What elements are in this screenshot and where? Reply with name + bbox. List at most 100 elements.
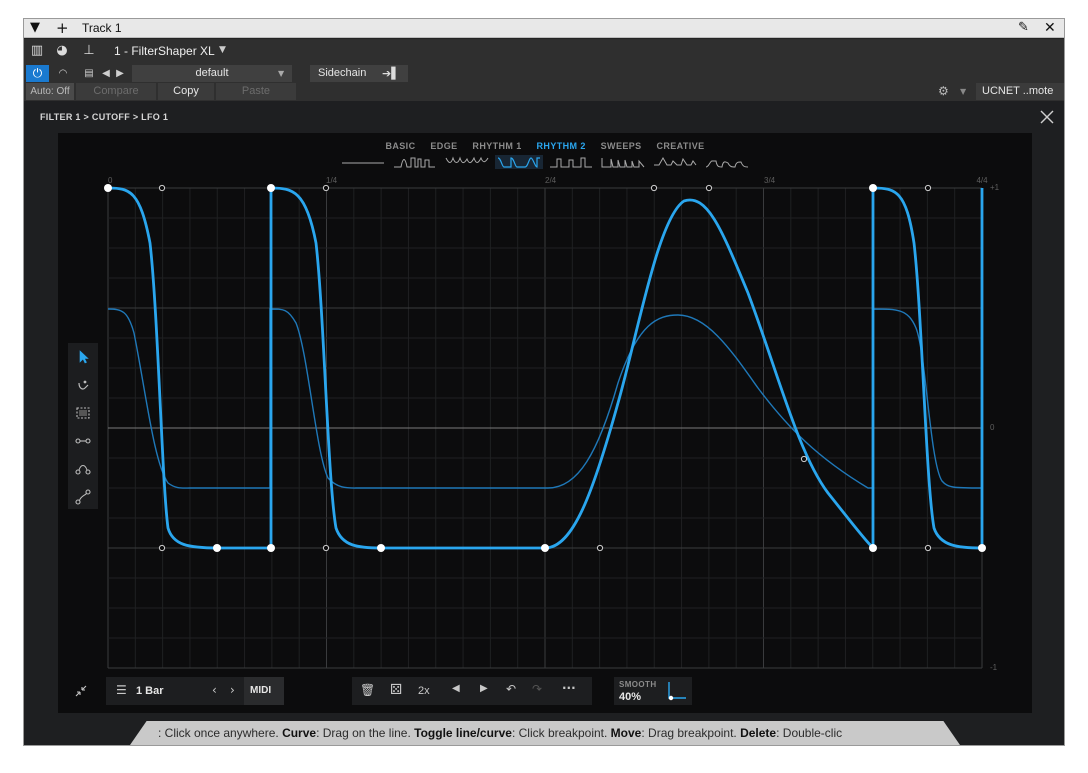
paint-icon[interactable] xyxy=(71,373,95,397)
undo-icon[interactable]: ↶ xyxy=(506,682,516,696)
knob-icon[interactable]: ◕ xyxy=(54,43,70,59)
breakpoint[interactable] xyxy=(869,184,877,192)
list-icon[interactable]: ☰ xyxy=(116,683,127,697)
paste-button[interactable]: Paste xyxy=(216,83,296,100)
shape-pulse-a[interactable] xyxy=(391,155,439,169)
preset-next-icon[interactable]: ▶ xyxy=(114,65,126,82)
compare-button[interactable]: Compare xyxy=(76,83,156,100)
time-label: 2/4 xyxy=(545,176,557,185)
tab-creative[interactable]: CREATIVE xyxy=(656,141,704,151)
tab-rhythm-2[interactable]: RHYTHM 2 xyxy=(537,141,586,151)
curve-handle[interactable] xyxy=(158,184,166,192)
multiply-button[interactable]: 2x xyxy=(418,685,430,697)
breakpoint[interactable] xyxy=(978,544,986,552)
power-button[interactable]: ⏻ xyxy=(26,65,49,82)
lfo-graph[interactable]: 0 1/4 2/4 3/4 4/4+1 0 -1 xyxy=(58,133,1032,713)
length-value[interactable]: 1 Bar xyxy=(136,685,164,697)
shape-waves[interactable] xyxy=(443,155,491,169)
close-icon[interactable]: ✕ xyxy=(1044,20,1056,36)
dice-icon[interactable]: ⚄ xyxy=(390,682,402,698)
curve-handle[interactable] xyxy=(924,184,932,192)
curve-handle[interactable] xyxy=(650,184,658,192)
time-label: 0 xyxy=(108,176,113,185)
curve-handle[interactable] xyxy=(596,544,604,552)
bypass-icon[interactable]: ◠ xyxy=(54,65,72,82)
breakpoint[interactable] xyxy=(213,544,221,552)
select-icon[interactable] xyxy=(71,401,95,425)
trash-icon[interactable]: 🗑 xyxy=(360,683,375,697)
line-icon[interactable] xyxy=(71,429,95,453)
tab-rhythm-1[interactable]: RHYTHM 1 xyxy=(472,141,521,151)
sidechain-input-icon[interactable]: ➔▌ xyxy=(382,65,400,82)
midi-button[interactable]: MIDI xyxy=(244,677,284,705)
diagonal-icon[interactable] xyxy=(71,485,95,509)
status-part-bold: Delete xyxy=(740,726,777,740)
status-part: : Click breakpoint. xyxy=(511,726,611,740)
level-label: -1 xyxy=(990,663,998,672)
chevron-right-icon[interactable]: › xyxy=(230,683,235,697)
smooth-label: SMOOTH xyxy=(619,680,657,689)
chevron-down-icon[interactable]: ▼ xyxy=(219,45,226,55)
status-hint: : Click once anywhere. Curve: Drag on th… xyxy=(158,726,934,740)
mixer-icon[interactable]: ▥ xyxy=(29,43,45,59)
lfo-editor-panel: 0 1/4 2/4 3/4 4/4 +1 0 -1 BASIC EDGE RHYTHM 1 R… xyxy=(58,133,1032,713)
pointer-icon[interactable] xyxy=(71,345,95,369)
smooth-value: 40% xyxy=(619,691,642,703)
add-icon[interactable]: + xyxy=(56,20,69,36)
breakpoint[interactable] xyxy=(104,184,112,192)
remote-button[interactable]: UCNET ..mote xyxy=(976,83,1064,100)
gear-icon[interactable]: ⚙ xyxy=(938,83,949,100)
curve-handle[interactable] xyxy=(322,184,330,192)
redo-icon[interactable]: ↷ xyxy=(532,682,542,696)
tool-palette xyxy=(68,343,98,509)
curve-handle[interactable] xyxy=(158,544,166,552)
window-title: Track 1 xyxy=(82,21,122,35)
curve-handle[interactable] xyxy=(800,455,808,463)
smooth-control[interactable]: SMOOTH 40% xyxy=(614,677,692,705)
shape-ramps[interactable] xyxy=(599,155,647,169)
shape-rhythm-2-selected[interactable] xyxy=(495,155,543,169)
level-label: 0 xyxy=(990,423,995,432)
chevron-down-icon[interactable]: ▼ xyxy=(278,65,284,82)
curve-handle[interactable] xyxy=(705,184,713,192)
shape-flat[interactable] xyxy=(339,155,387,169)
tab-sweeps[interactable]: SWEEPS xyxy=(601,141,642,151)
routing-icon[interactable]: ⊥ xyxy=(81,43,97,59)
curve-icon[interactable] xyxy=(71,457,95,481)
plugin-body: FILTER 1 > CUTOFF > LFO 1 0 1/4 2/4 3/4 4/4 +… xyxy=(24,101,1064,745)
plugin-header: ▥ ◕ ⊥ 1 - FilterShaper XL ▼ xyxy=(24,39,1064,64)
tab-edge[interactable]: EDGE xyxy=(430,141,457,151)
status-part: : Click once anywhere. xyxy=(158,726,283,740)
curve-handle[interactable] xyxy=(322,544,330,552)
menu-caret-icon[interactable]: ▼ xyxy=(30,20,40,36)
preset-file-icon[interactable]: ▤ xyxy=(82,65,96,82)
breakpoint[interactable] xyxy=(541,544,549,552)
shape-steps[interactable] xyxy=(547,155,595,169)
preset-select[interactable]: default xyxy=(132,65,292,82)
shape-peaks[interactable] xyxy=(651,155,699,169)
pin-icon[interactable]: ✎ xyxy=(1018,20,1029,36)
breakpoint[interactable] xyxy=(869,544,877,552)
breakpoint[interactable] xyxy=(267,544,275,552)
more-icon[interactable]: ··· xyxy=(562,681,576,695)
breadcrumb: FILTER 1 > CUTOFF > LFO 1 xyxy=(40,112,169,122)
time-label: 3/4 xyxy=(764,176,776,185)
time-label: 4/4 xyxy=(976,176,988,185)
copy-button[interactable]: Copy xyxy=(158,83,214,100)
shift-left-icon[interactable]: ◀ xyxy=(452,683,460,694)
curve-handle[interactable] xyxy=(924,544,932,552)
collapse-icon[interactable] xyxy=(74,684,88,698)
close-icon[interactable] xyxy=(1038,108,1056,126)
automation-button[interactable]: Auto: Off xyxy=(26,83,74,100)
chevron-down-icon[interactable]: ▼ xyxy=(960,83,966,100)
plugin-name[interactable]: 1 - FilterShaper XL xyxy=(114,44,215,58)
chevron-left-icon[interactable]: ‹ xyxy=(212,683,217,697)
status-bar: : Click once anywhere. Curve: Drag on th… xyxy=(130,721,960,745)
status-part-bold: Move xyxy=(610,726,642,740)
preset-prev-icon[interactable]: ◀ xyxy=(100,65,112,82)
shift-right-icon[interactable]: ▶ xyxy=(480,683,488,694)
breakpoint[interactable] xyxy=(267,184,275,192)
shape-bumps[interactable] xyxy=(703,155,751,169)
tab-basic[interactable]: BASIC xyxy=(385,141,415,151)
breakpoint[interactable] xyxy=(377,544,385,552)
